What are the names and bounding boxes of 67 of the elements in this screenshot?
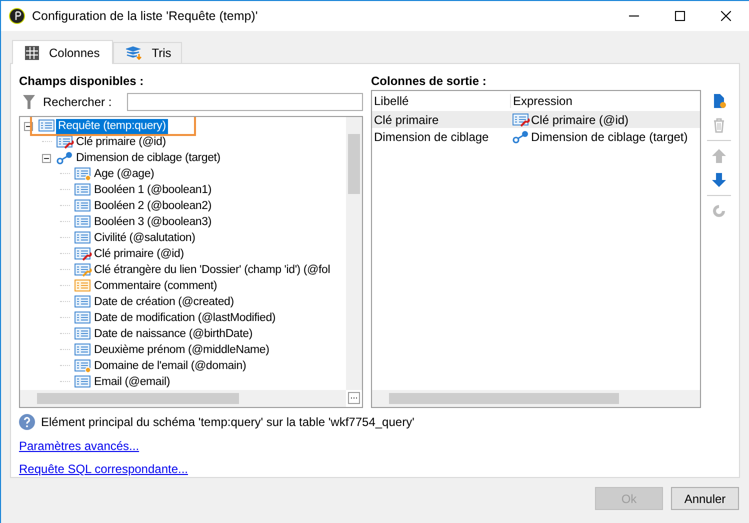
list-icon xyxy=(74,199,92,213)
list-icon xyxy=(74,279,92,293)
list-icon xyxy=(38,119,56,133)
tree-item[interactable]: Requête (temp:query) xyxy=(56,118,168,134)
list-icon xyxy=(74,375,92,389)
column-header[interactable]: Libellé xyxy=(372,94,511,108)
tree-item[interactable]: Commentaire (comment) xyxy=(92,278,219,294)
tree-item[interactable]: Date de naissance (@birthDate) xyxy=(92,326,254,342)
tree-item[interactable]: Dimension de ciblage (target) xyxy=(74,150,222,166)
close-icon[interactable] xyxy=(721,11,731,21)
filter-icon xyxy=(23,95,35,109)
table-cell-text: Clé primaire xyxy=(373,112,440,126)
horizontal-scrollbar[interactable] xyxy=(372,390,700,407)
list-icon xyxy=(74,343,92,357)
link-icon xyxy=(512,130,530,144)
tree-item[interactable]: Civilité (@salutation) xyxy=(92,230,198,246)
tree-item[interactable]: Clé primaire (@id) xyxy=(92,246,186,262)
table-cell: Dimension de ciblage (target) xyxy=(531,130,688,144)
gear-field-icon xyxy=(74,359,92,373)
vertical-scrollbar[interactable] xyxy=(346,117,362,390)
tree-item[interactable]: Deuxième prénom (@middleName) xyxy=(92,342,272,358)
list-icon xyxy=(74,231,92,245)
tree-item[interactable]: Clé primaire (@id) xyxy=(74,134,168,150)
list-icon xyxy=(74,215,92,229)
more-icon[interactable] xyxy=(348,392,360,404)
key-field-icon xyxy=(74,263,92,277)
key-field-icon xyxy=(512,112,530,126)
key-field-icon xyxy=(74,247,92,261)
tree-item[interactable]: Clé étrangère du lien 'Dossier' (champ 'id') (@fol xyxy=(92,262,332,278)
list-icon xyxy=(74,295,92,309)
tab[interactable]: Colonnes xyxy=(12,40,113,64)
link-icon xyxy=(56,151,74,165)
column-header[interactable]: Expression xyxy=(511,94,700,108)
horizontal-scrollbar[interactable] xyxy=(20,390,346,407)
gear-field-icon xyxy=(74,167,92,181)
tree-item[interactable]: Date de modification (@lastModified) xyxy=(92,310,278,326)
help-icon xyxy=(19,414,35,430)
table-cell: Clé primaire (@id) xyxy=(531,112,629,126)
section-heading: Colonnes de sortie : xyxy=(371,74,488,90)
search-field[interactable] xyxy=(127,93,363,111)
link[interactable]: Requête SQL correspondante... xyxy=(19,462,188,476)
key-field-icon xyxy=(56,135,74,149)
info-text: Elément principal du schéma 'temp:query' sur la table 'wkf7754_query' xyxy=(41,415,414,429)
tree-item[interactable]: Booléen 3 (@boolean3) xyxy=(92,214,214,230)
tree-item[interactable]: Booléen 2 (@boolean2) xyxy=(92,198,214,214)
table-row[interactable]: Dimension de ciblage Dimension de ciblage (target) xyxy=(372,128,700,145)
window-title: Configuration de la liste 'Requête (temp)' xyxy=(32,9,258,23)
list-icon xyxy=(74,183,92,197)
table-row[interactable]: Clé primaire Clé primaire (@id) xyxy=(372,111,700,128)
list-icon xyxy=(74,311,92,325)
section-heading: Champs disponibles : xyxy=(19,74,145,90)
grid-icon xyxy=(25,46,39,60)
tree-item[interactable]: Age (@age) xyxy=(92,166,156,182)
maximize-icon[interactable] xyxy=(675,11,685,21)
tree-item[interactable]: Date de création (@created) xyxy=(92,294,236,310)
stack-arrow-icon xyxy=(126,46,142,60)
cancel-button[interactable]: Annuler xyxy=(671,487,739,510)
search-label: Rechercher : xyxy=(43,95,112,109)
list-icon xyxy=(74,327,92,341)
link[interactable]: Paramètres avancés... xyxy=(19,439,140,453)
app-logo-icon xyxy=(9,8,25,24)
tree-item[interactable]: Domaine de l'email (@domain) xyxy=(92,358,248,374)
tab[interactable]: Tris xyxy=(112,42,182,63)
tree-item[interactable]: Email (@email) xyxy=(92,374,172,390)
tree-item[interactable]: Booléen 1 (@boolean1) xyxy=(92,182,214,198)
move-down-button[interactable] xyxy=(710,171,728,189)
table-cell-text: Dimension de ciblage xyxy=(373,130,490,144)
